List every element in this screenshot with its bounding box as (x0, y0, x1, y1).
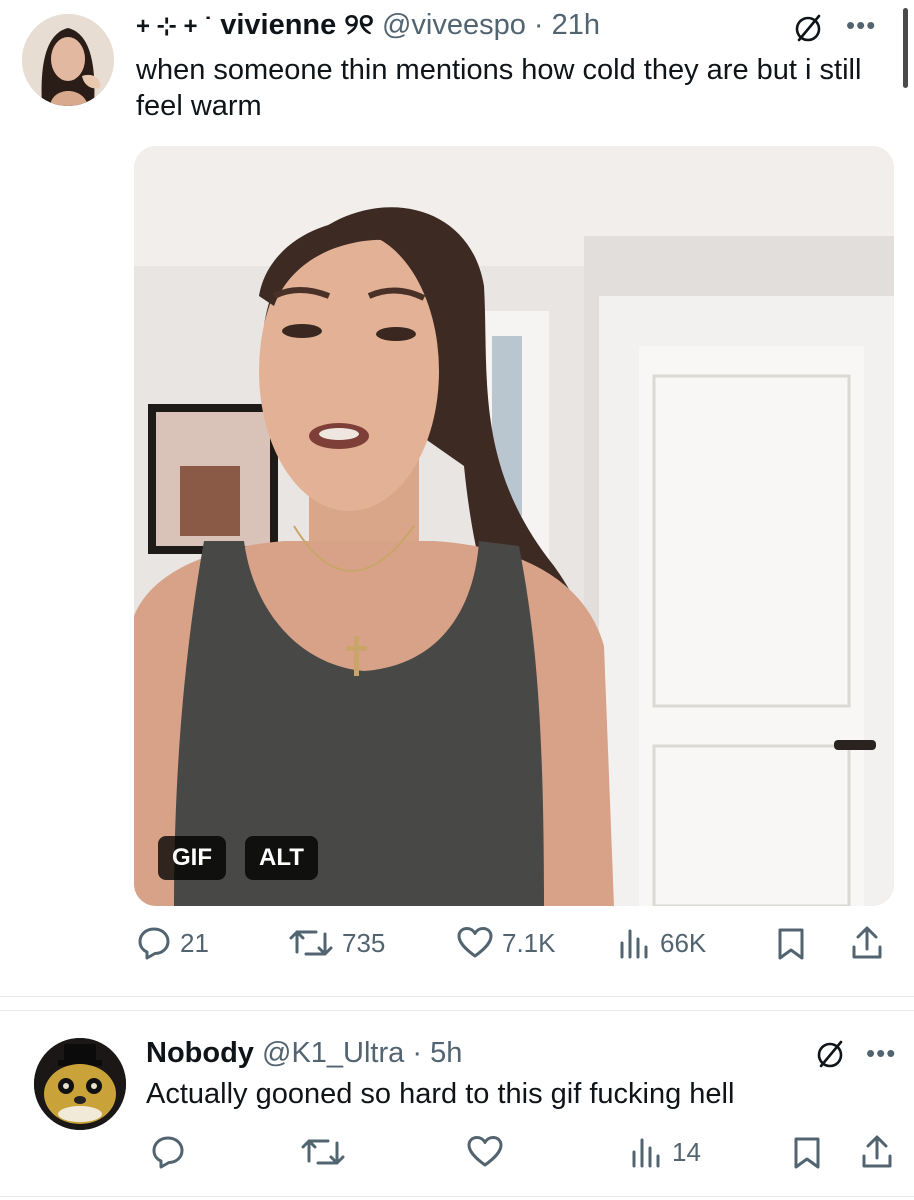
repost-count: 735 (342, 927, 386, 958)
views-count: 14 (672, 1136, 701, 1167)
handle[interactable]: @viveespo (382, 9, 526, 41)
repost-icon (300, 1134, 346, 1170)
scrollbar[interactable] (903, 8, 908, 88)
bottom-divider (0, 1196, 914, 1197)
timestamp[interactable]: 21h (552, 9, 600, 41)
display-name-text: vivienne ୨୧ (220, 9, 374, 41)
like-button[interactable]: 7.1K (456, 925, 556, 961)
handle[interactable]: @K1_Ultra (262, 1037, 404, 1069)
share-icon[interactable] (850, 925, 884, 966)
separator: · (412, 1037, 423, 1069)
avatar[interactable] (22, 14, 114, 106)
gif-badge[interactable]: GIF (158, 836, 226, 880)
reply-button[interactable]: 21 (136, 925, 209, 961)
avatar[interactable] (34, 1038, 126, 1130)
like-icon (456, 925, 494, 961)
more-icon[interactable]: ••• (846, 10, 876, 41)
share-icon[interactable] (860, 1134, 894, 1175)
grok-icon[interactable] (792, 12, 824, 49)
views-button[interactable]: 14 (630, 1134, 701, 1170)
alt-badge[interactable]: ALT (245, 836, 318, 880)
bookmark-icon[interactable] (776, 927, 806, 966)
tweet-media-gif[interactable] (134, 146, 894, 906)
repost-icon (288, 925, 334, 961)
views-icon (630, 1134, 664, 1170)
tweet-text: when someone thin mentions how cold they… (136, 54, 862, 122)
tweet-header: Nobody @K1_Ultra · 5h (146, 1036, 462, 1070)
separator: · (533, 9, 544, 41)
gif-frame (134, 146, 894, 906)
avatar-image (34, 1038, 126, 1130)
repost-button[interactable] (300, 1134, 346, 1170)
reply-icon (136, 925, 172, 961)
tweet-header: + ⊹ + ˙ vivienne ୨୧ @viveespo · 21h (136, 8, 600, 44)
display-name[interactable]: + ⊹ + ˙ vivienne ୨୧ (136, 9, 382, 41)
views-count: 66K (660, 927, 707, 958)
bookmark-icon[interactable] (792, 1136, 822, 1175)
repost-button[interactable]: 735 (288, 925, 385, 961)
reply-count: 21 (180, 927, 209, 958)
like-button[interactable] (466, 1134, 504, 1170)
display-name[interactable]: Nobody (146, 1037, 254, 1069)
grok-icon[interactable] (814, 1038, 846, 1075)
reply-button[interactable] (150, 1134, 186, 1170)
timestamp[interactable]: 5h (430, 1037, 462, 1069)
avatar-image (22, 14, 114, 106)
views-icon (618, 925, 652, 961)
reply-icon (150, 1134, 186, 1170)
like-icon (466, 1134, 504, 1170)
tweet-divider (0, 1010, 914, 1011)
views-button[interactable]: 66K (618, 925, 706, 961)
more-icon[interactable]: ••• (866, 1038, 896, 1069)
like-count: 7.1K (502, 927, 556, 958)
tweet-divider (0, 996, 914, 997)
tweet-text: Actually gooned so hard to this gif fuck… (146, 1078, 735, 1110)
display-name-prefix: + ⊹ + ˙ (136, 13, 213, 40)
